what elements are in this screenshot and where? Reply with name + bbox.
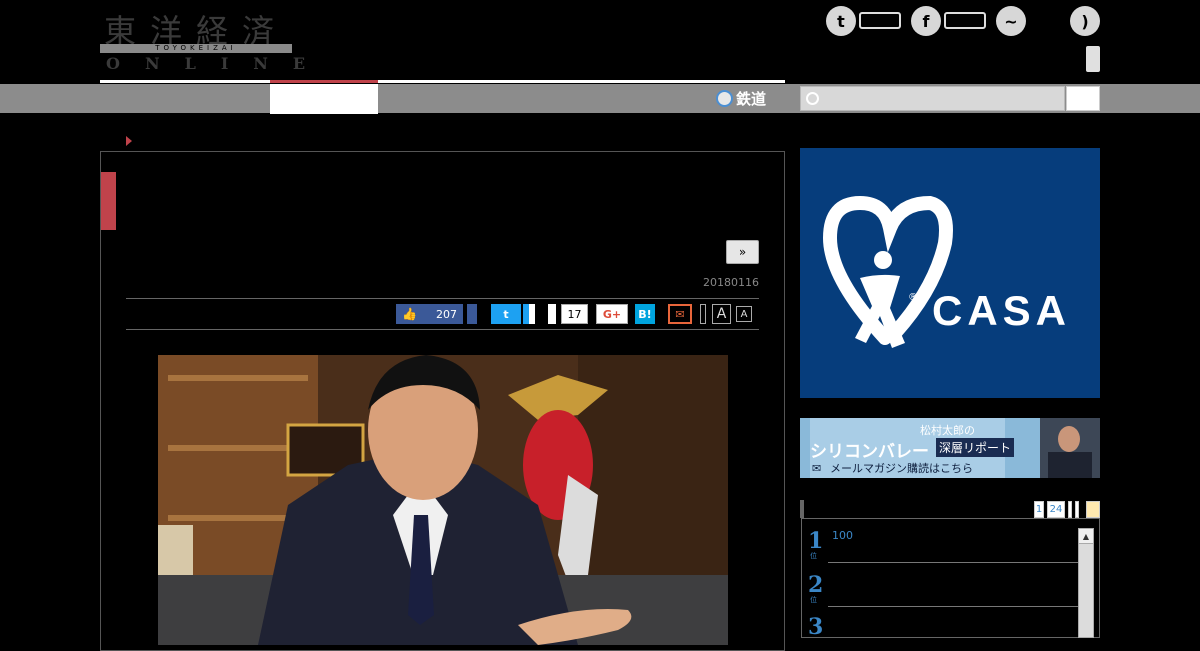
facebook-count-box	[944, 12, 986, 29]
logo-subtitle: TOYOKEIZAI	[100, 44, 292, 53]
rank-suffix: 位	[810, 552, 817, 560]
rank-number: 3	[808, 614, 824, 640]
ad-brand-text: CASA	[932, 287, 1072, 334]
google-plus-button[interactable]: G+	[596, 304, 628, 324]
banner-line2b: 深層リポート	[936, 438, 1015, 457]
breadcrumb-arrow-icon	[126, 136, 132, 146]
pocket-button[interactable]	[548, 304, 556, 324]
rank-number: 2	[808, 572, 824, 598]
rank-item-title[interactable]: 100	[832, 529, 853, 542]
banner-line3: メールマガジン購読はこちら	[830, 462, 973, 475]
logo-online: ONLINE	[106, 54, 331, 73]
share-count: 17	[561, 304, 588, 324]
rank-suffix: 位	[810, 596, 817, 604]
rank-number: 1	[808, 528, 824, 554]
nav-item-rail[interactable]: 鉄道	[716, 86, 766, 111]
font-size-large-button[interactable]: A	[712, 304, 731, 324]
newsletter-banner[interactable]: 松村太郎の シリコンバレー 深層リポート メールマガジン購読はこちら ✉	[800, 418, 1100, 478]
font-size-small-button[interactable]: A	[736, 306, 752, 322]
facebook-like-button[interactable]: 👍 207	[396, 304, 463, 324]
article-category-marker	[101, 172, 116, 230]
messenger-icon[interactable]: ~	[996, 6, 1026, 36]
site-logo[interactable]: 東洋経済 TOYOKEIZAI ONLINE	[100, 6, 305, 73]
scroll-up-arrow-icon[interactable]: ▲	[1078, 528, 1094, 544]
banner-portrait	[1040, 418, 1100, 478]
mail-icon[interactable]: ✉	[668, 304, 692, 324]
train-icon	[716, 90, 733, 107]
portrait-suit	[1048, 452, 1092, 478]
registered-mark: ®	[908, 292, 918, 303]
thumbs-up-icon: 👍	[402, 307, 417, 321]
share-bottom-divider	[126, 329, 759, 330]
share-divider	[700, 304, 706, 324]
rank-divider	[828, 562, 1078, 563]
article-photo-image	[158, 355, 728, 645]
twitter-icon[interactable]: t	[826, 6, 856, 36]
facebook-icon[interactable]: f	[911, 6, 941, 36]
menu-button[interactable]	[1086, 46, 1100, 72]
article-date: 20180116	[703, 276, 759, 289]
article-photo	[158, 355, 728, 645]
rss-icon[interactable]: )	[1070, 6, 1100, 36]
like-count: 207	[436, 307, 457, 321]
nav-active-indicator	[270, 80, 378, 83]
mail-icon: ✉	[812, 462, 822, 475]
search-icon	[806, 92, 819, 105]
twitter-share-button[interactable]: t	[491, 304, 521, 324]
twitter-count	[523, 304, 535, 324]
search-input[interactable]	[800, 86, 1065, 111]
share-top-divider	[126, 298, 759, 299]
rank-divider	[828, 606, 1078, 607]
ranking-scrollbar[interactable]	[1078, 528, 1094, 638]
ranking-page-tab-c[interactable]	[1086, 501, 1100, 518]
twitter-count-box	[859, 12, 901, 29]
twitter-icon: t	[503, 307, 509, 321]
ranking-page-tab-a[interactable]	[1068, 501, 1072, 518]
ranking-page-24[interactable]: 24	[1047, 501, 1065, 518]
next-page-button[interactable]: »	[726, 240, 759, 264]
facebook-share-button[interactable]	[467, 304, 477, 324]
portrait-face	[1058, 426, 1080, 452]
ranking-page-tab-b[interactable]	[1075, 501, 1079, 518]
casa-logo	[822, 195, 953, 348]
sidebar-ad[interactable]	[800, 148, 1100, 398]
search-button[interactable]	[1066, 86, 1100, 111]
nav-tab-active[interactable]	[270, 84, 378, 114]
nav-item-rail-label: 鉄道	[736, 90, 767, 108]
banner-line2a: シリコンバレー	[810, 442, 929, 462]
nav-top-rule	[100, 80, 785, 83]
banner-line1: 松村太郎の	[920, 424, 975, 437]
ranking-page-1[interactable]: 1	[1034, 501, 1044, 518]
hatena-bookmark-button[interactable]: B!	[635, 304, 655, 324]
